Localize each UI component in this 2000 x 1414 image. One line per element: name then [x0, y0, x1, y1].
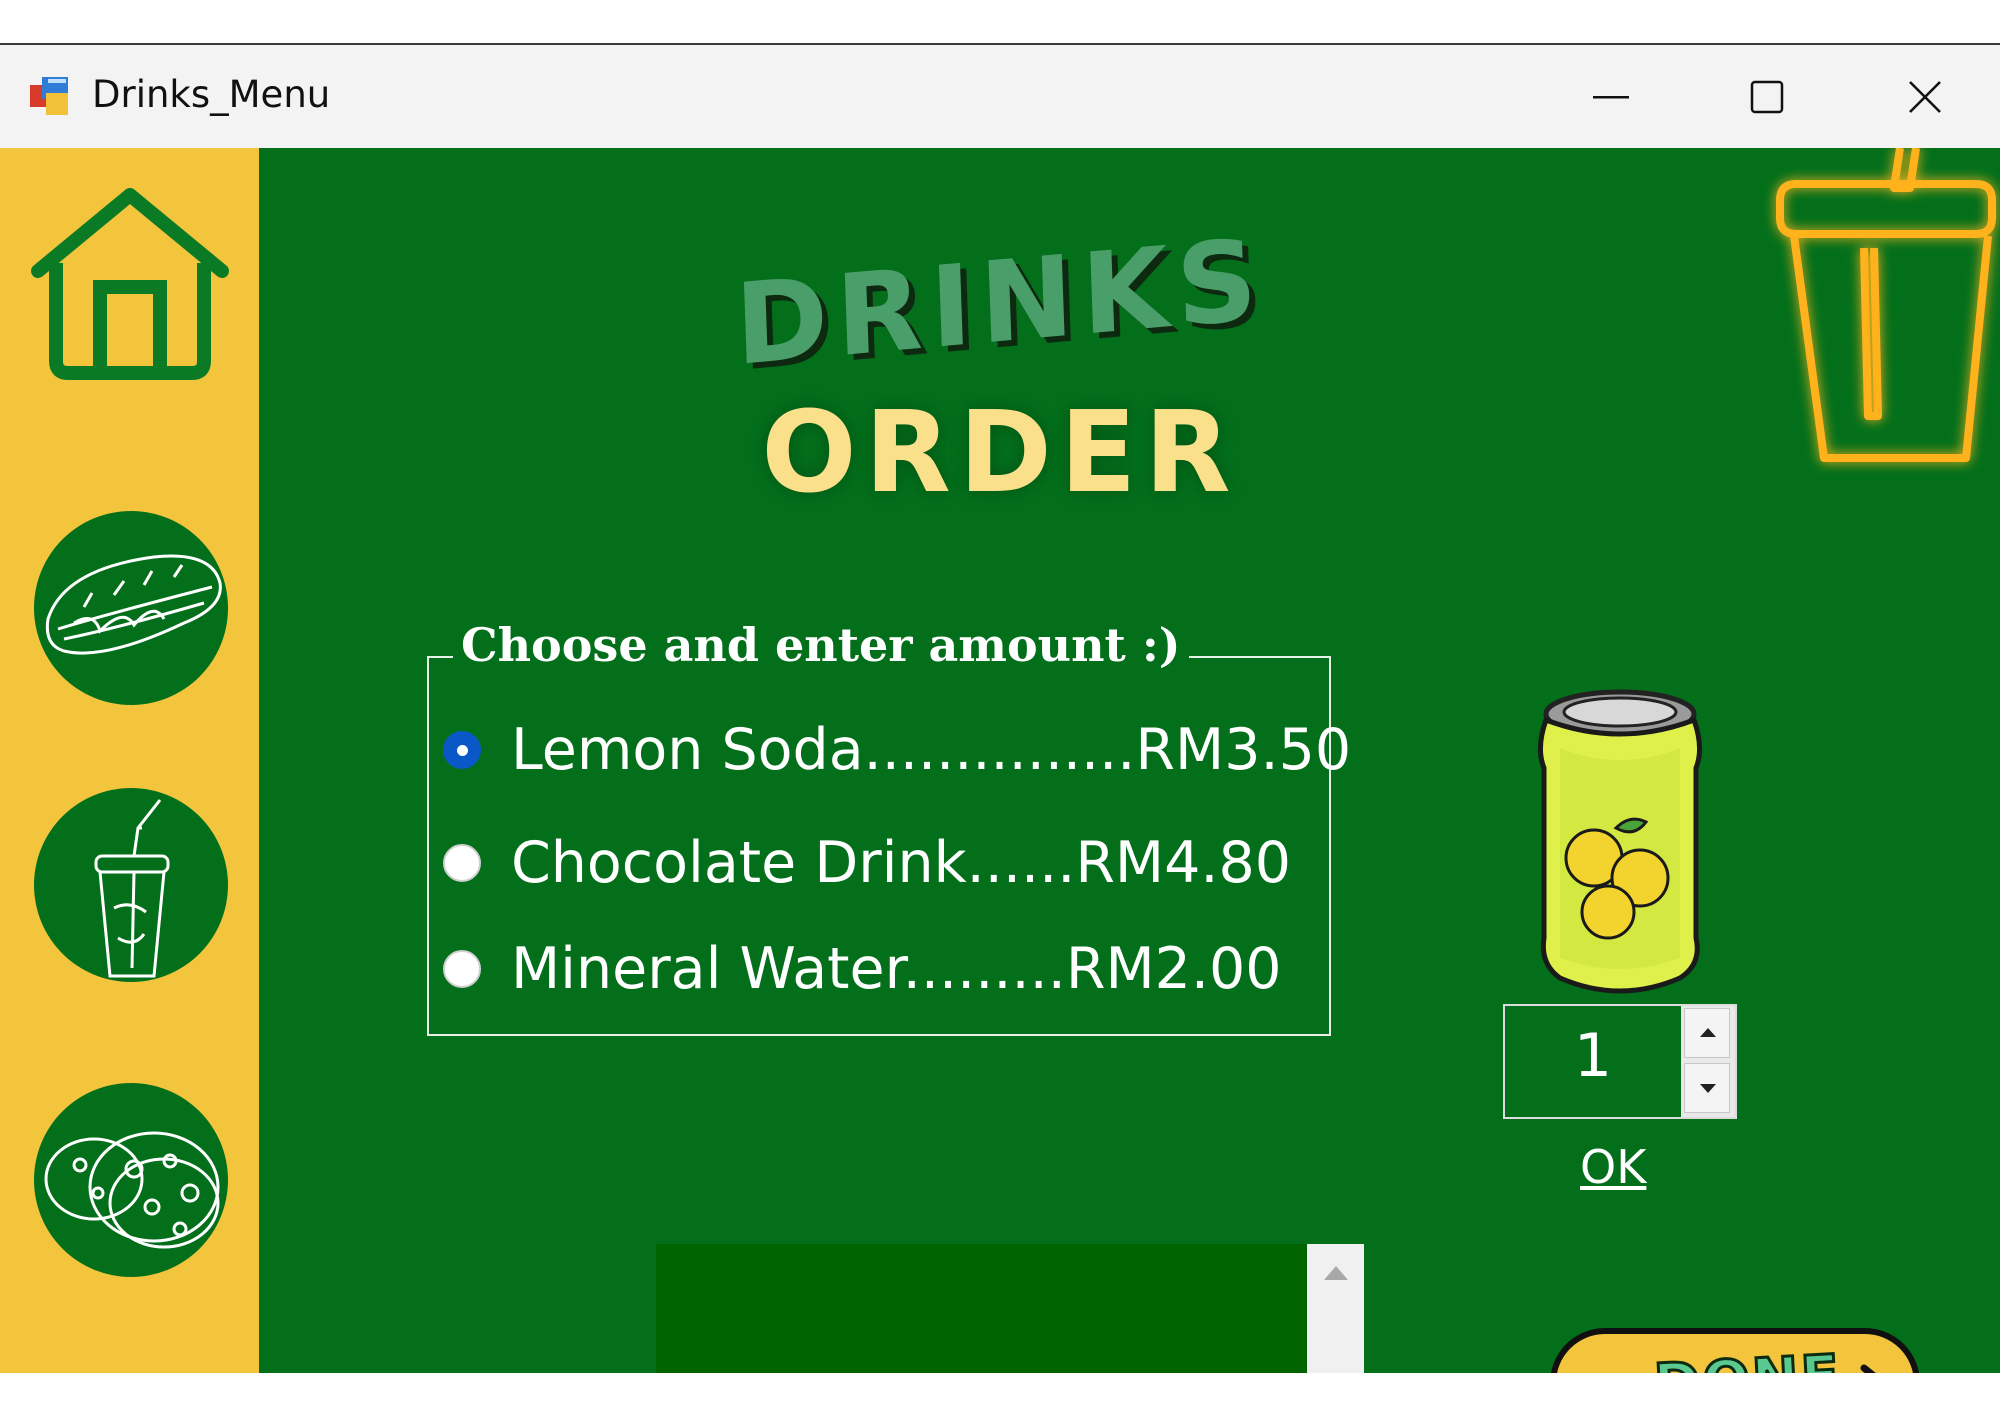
option-label: Lemon Soda...............RM3.50 — [511, 717, 1352, 783]
quantity-stepper[interactable]: 1 — [1503, 1004, 1737, 1119]
radio-button-checked[interactable] — [443, 731, 481, 769]
radio-lemon-soda[interactable]: Lemon Soda...............RM3.50 — [443, 715, 1351, 785]
radio-mineral-water[interactable]: Mineral Water.........RM2.00 — [443, 934, 1282, 1004]
form-content: DRINKS ORDER Choose and enter amount :) — [0, 148, 2000, 1373]
option-label: Chocolate Drink......RM4.80 — [511, 830, 1292, 896]
home-icon[interactable] — [30, 183, 230, 383]
option-label: Mineral Water.........RM2.00 — [511, 936, 1282, 1002]
title-line-drinks: DRINKS — [732, 215, 1268, 391]
radio-button[interactable] — [443, 950, 481, 988]
sidebar — [0, 148, 259, 1373]
cookies-icon — [44, 1131, 220, 1249]
drinks-menu-button[interactable] — [34, 788, 228, 982]
title-line-order: ORDER — [761, 388, 1239, 518]
stepper-down-button[interactable] — [1684, 1063, 1730, 1113]
winforms-app-icon — [30, 77, 68, 115]
window-title: Drinks_Menu — [92, 73, 331, 116]
quantity-value[interactable]: 1 — [1505, 1006, 1681, 1117]
done-label: DONE — [1651, 1342, 1844, 1373]
group-legend: Choose and enter amount :) — [453, 618, 1189, 672]
sandwich-icon — [45, 554, 222, 655]
drinks-menu-window: Drinks_Menu DRINKS ORDER Choose and ente… — [0, 43, 2000, 1373]
page-title: DRINKS ORDER — [700, 215, 1300, 518]
stepper-up-button[interactable] — [1684, 1008, 1730, 1058]
radio-button[interactable] — [443, 844, 481, 882]
sandwich-menu-button[interactable] — [34, 511, 228, 705]
textbox-scrollbar[interactable] — [1307, 1244, 1364, 1373]
title-bar[interactable]: Drinks_Menu — [0, 45, 2000, 148]
close-icon — [1909, 80, 1941, 113]
minimize-icon — [1593, 95, 1629, 98]
scroll-up-arrow-icon[interactable] — [1324, 1266, 1348, 1280]
stepper-buttons — [1681, 1006, 1735, 1117]
snacks-menu-button[interactable] — [34, 1083, 228, 1277]
minimize-button[interactable] — [1536, 45, 1686, 148]
neon-cup-icon — [1776, 148, 1996, 462]
close-button[interactable] — [1850, 45, 2000, 148]
order-summary-textbox[interactable] — [656, 1244, 1364, 1373]
radio-chocolate-drink[interactable]: Chocolate Drink......RM4.80 — [443, 828, 1291, 898]
drink-cup-icon — [94, 799, 170, 978]
drink-choice-group: Choose and enter amount :) Lemon Soda...… — [427, 618, 1351, 1036]
done-button[interactable]: DONE — [1550, 1328, 1920, 1373]
chevron-right-icon — [1860, 1364, 1876, 1373]
maximize-icon — [1750, 80, 1784, 113]
maximize-button[interactable] — [1692, 45, 1842, 148]
lemon-soda-can-image — [1538, 689, 1702, 994]
ok-link[interactable]: OK — [1580, 1140, 1646, 1194]
